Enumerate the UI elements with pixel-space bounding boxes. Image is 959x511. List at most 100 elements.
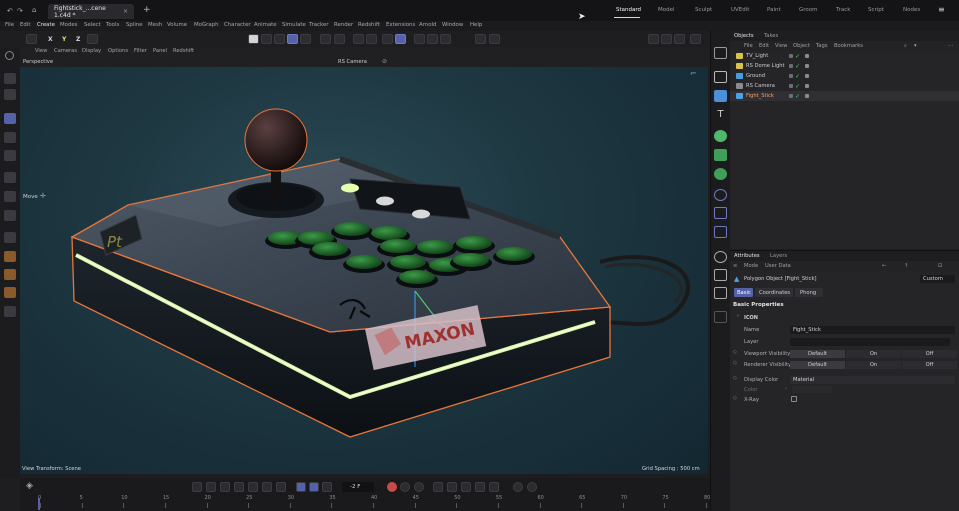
text-icon[interactable]: T xyxy=(714,109,727,121)
renderer-visibility-default[interactable]: Default xyxy=(790,361,845,369)
points-mode-button[interactable] xyxy=(261,34,272,44)
object-name[interactable]: RS Dome Light xyxy=(746,63,785,69)
layer-dot[interactable] xyxy=(789,84,793,88)
field-icon[interactable] xyxy=(714,189,727,201)
renderer-visibility-anim-icon[interactable]: ◇ xyxy=(733,360,737,366)
objects-settings-icon[interactable]: ⋯ xyxy=(948,43,953,49)
selection-tools-icon[interactable] xyxy=(4,89,16,100)
menu-file[interactable]: File xyxy=(5,22,14,28)
generator-icon[interactable] xyxy=(714,130,727,142)
color-swatch[interactable] xyxy=(792,386,832,393)
layout-tab-model[interactable]: Model xyxy=(658,7,675,13)
active-camera-label[interactable]: RS Camera xyxy=(338,59,367,65)
viewport-menu-redshift[interactable]: Redshift xyxy=(173,48,194,54)
layout-tab-uvedit[interactable]: UVEdit xyxy=(731,7,749,13)
current-frame-field[interactable]: -2 F xyxy=(342,482,374,492)
layout-tab-nodes[interactable]: Nodes xyxy=(903,7,920,13)
rotate-tool-icon[interactable] xyxy=(4,132,16,143)
menu-select[interactable]: Select xyxy=(84,22,101,28)
mograph-icon[interactable] xyxy=(714,149,727,161)
object-name[interactable]: RS Camera xyxy=(746,83,775,89)
layout-tab-standard[interactable]: Standard xyxy=(616,7,641,13)
axis-z-toggle[interactable]: Z xyxy=(76,36,80,43)
enabled-check-icon[interactable]: ✓ xyxy=(795,63,800,70)
menu-spline[interactable]: Spline xyxy=(126,22,143,28)
object-row[interactable]: RS Dome Light ✓ xyxy=(730,61,959,71)
objects-menu-view[interactable]: View xyxy=(775,43,787,49)
move-tool-icon[interactable] xyxy=(4,113,16,124)
layout-tab-groom[interactable]: Groom xyxy=(799,7,818,13)
key-scale-button[interactable] xyxy=(461,482,471,492)
autokey-button[interactable] xyxy=(400,482,410,492)
tab-objects[interactable]: Objects xyxy=(734,33,754,39)
viewport-menu-filter[interactable]: Filter xyxy=(134,48,147,54)
deformer-icon[interactable] xyxy=(714,168,727,180)
menu-create[interactable]: Create xyxy=(37,22,55,28)
icon-group-label[interactable]: ICON xyxy=(744,315,758,321)
object-row[interactable]: Ground ✓ xyxy=(730,71,959,81)
keyframe-selection-button[interactable] xyxy=(414,482,424,492)
brush-tool-icon[interactable] xyxy=(4,251,16,262)
environment-icon[interactable] xyxy=(714,287,727,299)
menu-edit[interactable]: Edit xyxy=(20,22,30,28)
live-selection-icon[interactable] xyxy=(4,73,16,84)
camera-icon[interactable] xyxy=(714,207,727,219)
tag-icon[interactable] xyxy=(805,84,809,88)
group-expand-icon[interactable]: › xyxy=(737,313,739,319)
preview-range-button[interactable] xyxy=(309,482,319,492)
attributes-menu-mode[interactable]: Mode xyxy=(744,263,758,269)
objects-menu-edit[interactable]: Edit xyxy=(759,43,769,49)
menu-tracker[interactable]: Tracker xyxy=(309,22,328,28)
object-name[interactable]: Fight_Stick xyxy=(746,93,774,99)
undo-icon[interactable]: ↶ xyxy=(7,7,13,15)
layer-dot[interactable] xyxy=(789,74,793,78)
knife-tool-icon[interactable] xyxy=(4,191,16,202)
enabled-check-icon[interactable]: ✓ xyxy=(795,93,800,100)
objects-search-icon[interactable]: ⌕ xyxy=(904,43,907,50)
model-mode-button[interactable] xyxy=(248,34,259,44)
layout-tab-track[interactable]: Track xyxy=(836,7,850,13)
go-to-start-button[interactable] xyxy=(192,482,202,492)
renderer-visibility-off[interactable]: Off xyxy=(902,361,957,369)
menu-help[interactable]: Help xyxy=(470,22,482,28)
edit-render-settings-button[interactable] xyxy=(690,34,701,44)
workplane-button[interactable] xyxy=(366,34,377,44)
objects-filter-icon[interactable]: ▾ xyxy=(914,43,917,49)
color-expand-icon[interactable]: › xyxy=(785,386,787,392)
lock-icon[interactable]: ⊡ xyxy=(938,263,942,269)
viewport-menu-options[interactable]: Options xyxy=(108,48,128,54)
3d-viewport[interactable]: Pt MAXON Move ✛ ⌐ xyxy=(20,67,708,474)
object-name[interactable]: Ground xyxy=(746,73,765,79)
enabled-check-icon[interactable]: ✓ xyxy=(795,53,800,60)
menu-window[interactable]: Window xyxy=(442,22,463,28)
viewport-visibility-anim-icon[interactable]: ◇ xyxy=(733,349,737,355)
timeline-button[interactable] xyxy=(527,482,537,492)
tab-attributes[interactable]: Attributes xyxy=(734,253,760,259)
viewport-menu-cameras[interactable]: Cameras xyxy=(54,48,77,54)
tag-icon[interactable] xyxy=(805,94,809,98)
layer-dot[interactable] xyxy=(789,64,793,68)
light-icon[interactable] xyxy=(714,226,727,238)
object-mode-button[interactable] xyxy=(26,34,37,44)
render-view-button[interactable] xyxy=(427,34,438,44)
render-to-viewer-button[interactable] xyxy=(674,34,685,44)
viewport-visibility-off[interactable]: Off xyxy=(902,350,957,358)
scale-tool-icon[interactable] xyxy=(4,150,16,161)
floor-icon[interactable] xyxy=(714,311,727,323)
menu-mograph[interactable]: MoGraph xyxy=(194,22,218,28)
playhead[interactable] xyxy=(38,498,40,510)
menu-render[interactable]: Render xyxy=(334,22,353,28)
viewport-menu-view[interactable]: View xyxy=(35,48,47,54)
object-row[interactable]: TV_Light ✓ xyxy=(730,51,959,61)
axis-mode-button[interactable] xyxy=(320,34,331,44)
viewport-menu-display[interactable]: Display xyxy=(82,48,101,54)
axis-x-toggle[interactable]: X xyxy=(48,36,53,43)
tag-icon[interactable] xyxy=(805,54,809,58)
display-color-anim-icon[interactable]: ◇ xyxy=(733,375,737,381)
render-active-view-button[interactable] xyxy=(661,34,672,44)
play-button[interactable] xyxy=(234,482,244,492)
tag-icon[interactable] xyxy=(805,74,809,78)
motion-system-button[interactable] xyxy=(513,482,523,492)
object-name[interactable]: TV_Light xyxy=(746,53,768,59)
key-position-button[interactable] xyxy=(433,482,443,492)
